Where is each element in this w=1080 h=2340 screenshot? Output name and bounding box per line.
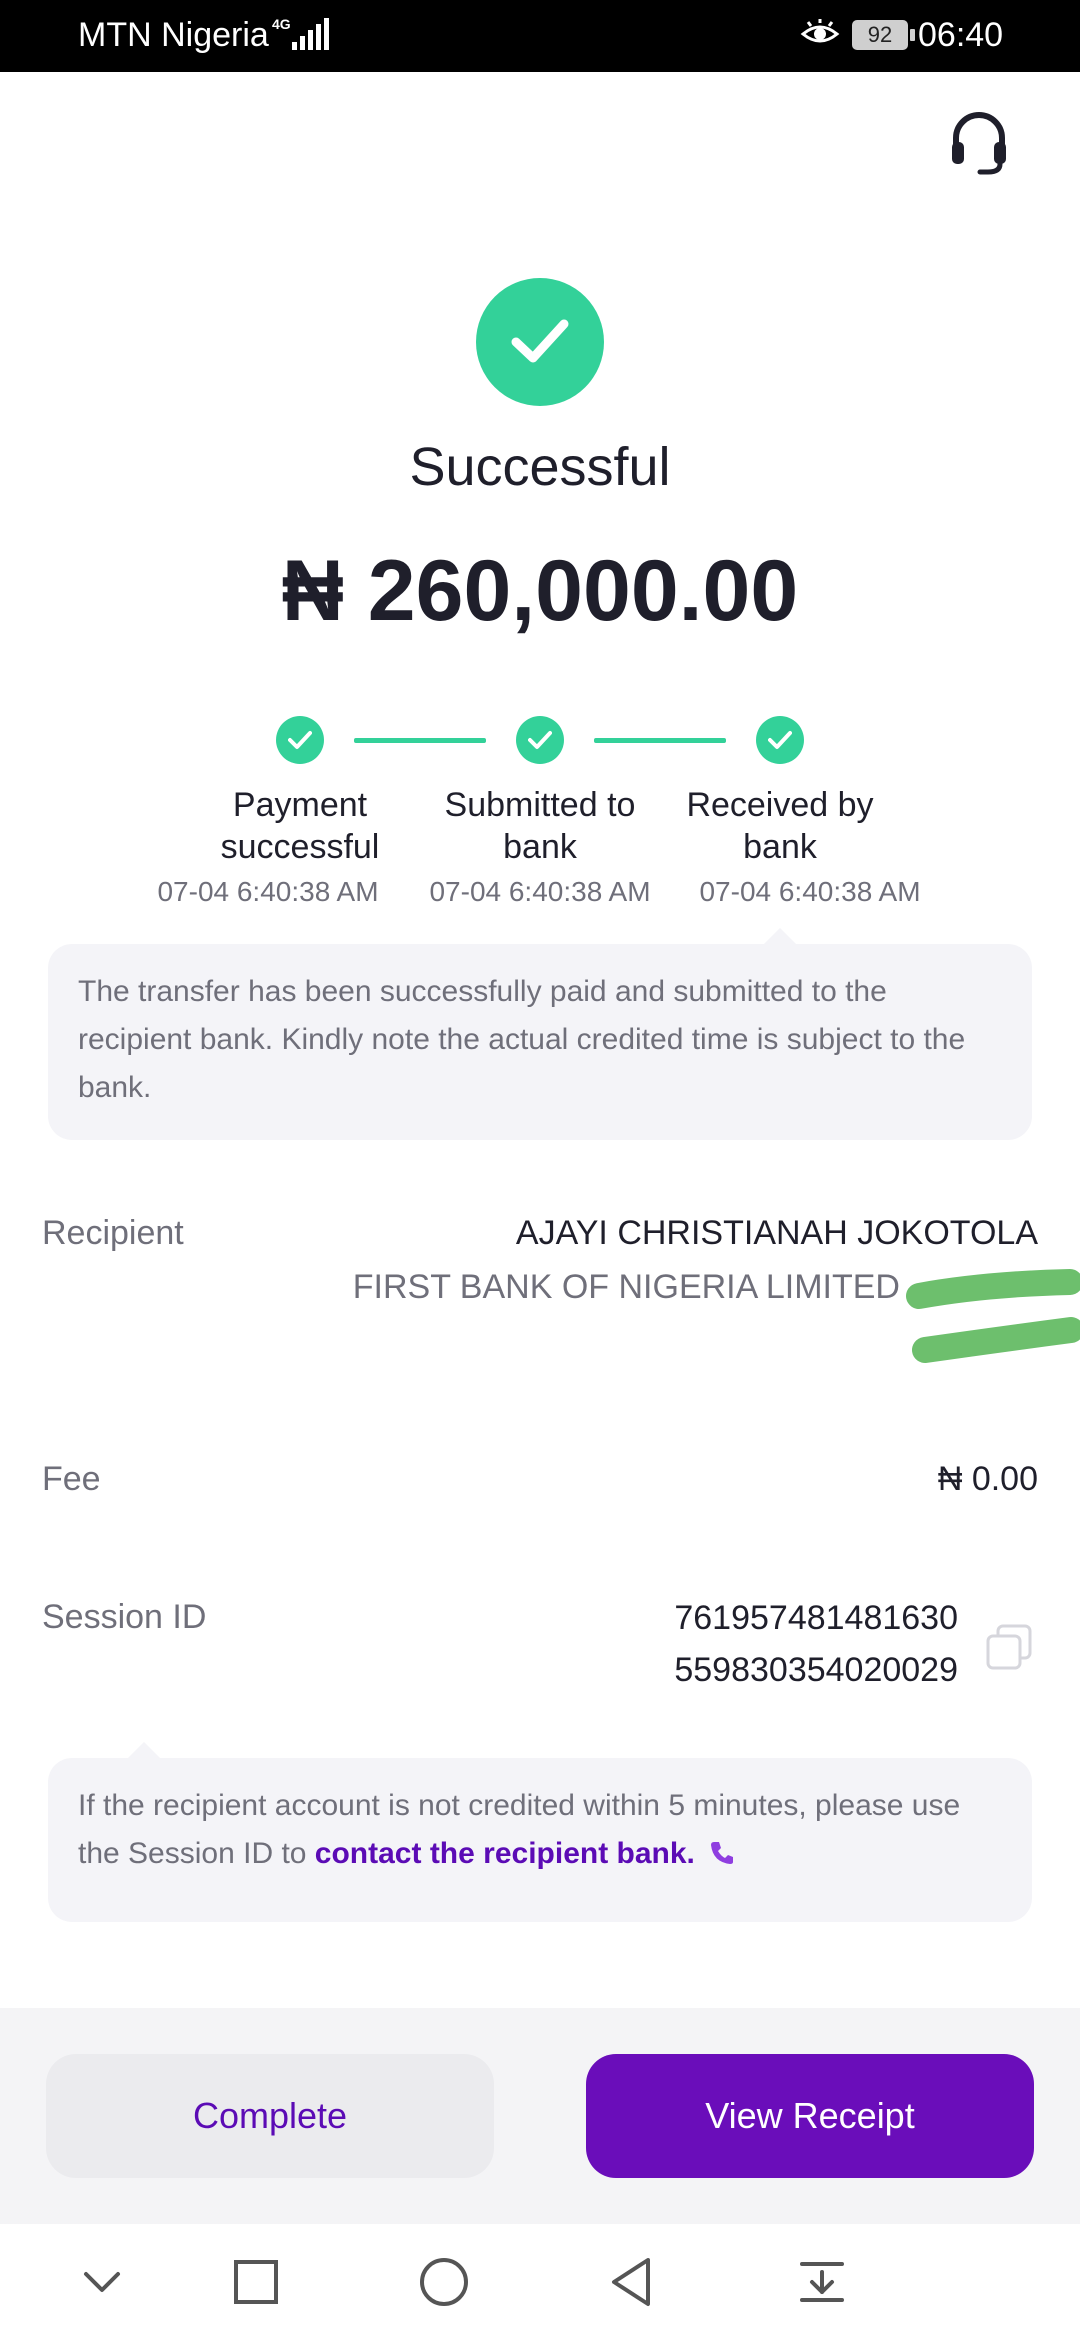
back-triangle-icon[interactable] <box>604 2254 660 2310</box>
session-id-value: 761957481481630 559830354020029 <box>674 1599 958 1689</box>
step-2-time: 07-04 6:40:38 AM <box>429 876 651 907</box>
fee-value: ₦ 0.00 <box>937 1460 1038 1498</box>
status-title: Successful <box>409 437 671 497</box>
signal-icon <box>292 18 329 50</box>
chevron-down-icon[interactable] <box>74 2254 130 2310</box>
carrier-name: MTN Nigeria <box>78 16 269 54</box>
recipient-bank: FIRST BANK OF NIGERIA LIMITED <box>352 1268 900 1306</box>
step-2-label: Submitted to bank <box>444 786 636 866</box>
recipient-label: Recipient <box>42 1214 184 1252</box>
amount: ₦ 260,000.00 <box>281 543 799 639</box>
step-connector-2 <box>594 738 726 743</box>
status-bar: MTN Nigeria 4G 92 06:40 <box>0 0 1080 72</box>
headset-support-icon[interactable] <box>950 110 1008 176</box>
complete-button[interactable]: Complete <box>46 2054 494 2178</box>
eye-comfort-icon <box>800 19 840 43</box>
notification-pull-icon[interactable] <box>794 2254 850 2310</box>
success-check-icon <box>476 278 604 406</box>
step-3-label: Received by bank <box>686 786 874 866</box>
step-2-check-icon <box>516 716 564 764</box>
step-1-time: 07-04 6:40:38 AM <box>157 876 379 907</box>
clock: 06:40 <box>918 16 1004 54</box>
home-circle-icon[interactable] <box>416 2254 472 2310</box>
battery-indicator: 92 <box>852 20 908 50</box>
fee-label: Fee <box>42 1460 101 1498</box>
help-note: If the recipient account is not credited… <box>48 1758 1032 1922</box>
recipient-name: AJAYI CHRISTIANAH JOKOTOLA <box>515 1214 1038 1252</box>
note-pointer <box>764 928 796 944</box>
battery-tip <box>910 29 915 41</box>
view-receipt-button[interactable]: View Receipt <box>586 2054 1034 2178</box>
transfer-note: The transfer has been successfully paid … <box>48 944 1032 1140</box>
session-id-label: Session ID <box>42 1598 207 1636</box>
step-3-check-icon <box>756 716 804 764</box>
contact-bank-link[interactable]: contact the recipient bank. <box>315 1837 695 1870</box>
recents-square-icon[interactable] <box>228 2254 284 2310</box>
step-connector-1 <box>354 738 486 743</box>
system-nav-bar <box>0 2224 1080 2340</box>
step-3-time: 07-04 6:40:38 AM <box>699 876 921 907</box>
redaction-scribble <box>906 1269 1080 1363</box>
copy-icon[interactable] <box>986 1624 1032 1672</box>
phone-icon[interactable] <box>709 1840 735 1866</box>
help-pointer <box>128 1742 160 1758</box>
step-1-label: Payment successful <box>220 786 380 866</box>
step-1-check-icon <box>276 716 324 764</box>
